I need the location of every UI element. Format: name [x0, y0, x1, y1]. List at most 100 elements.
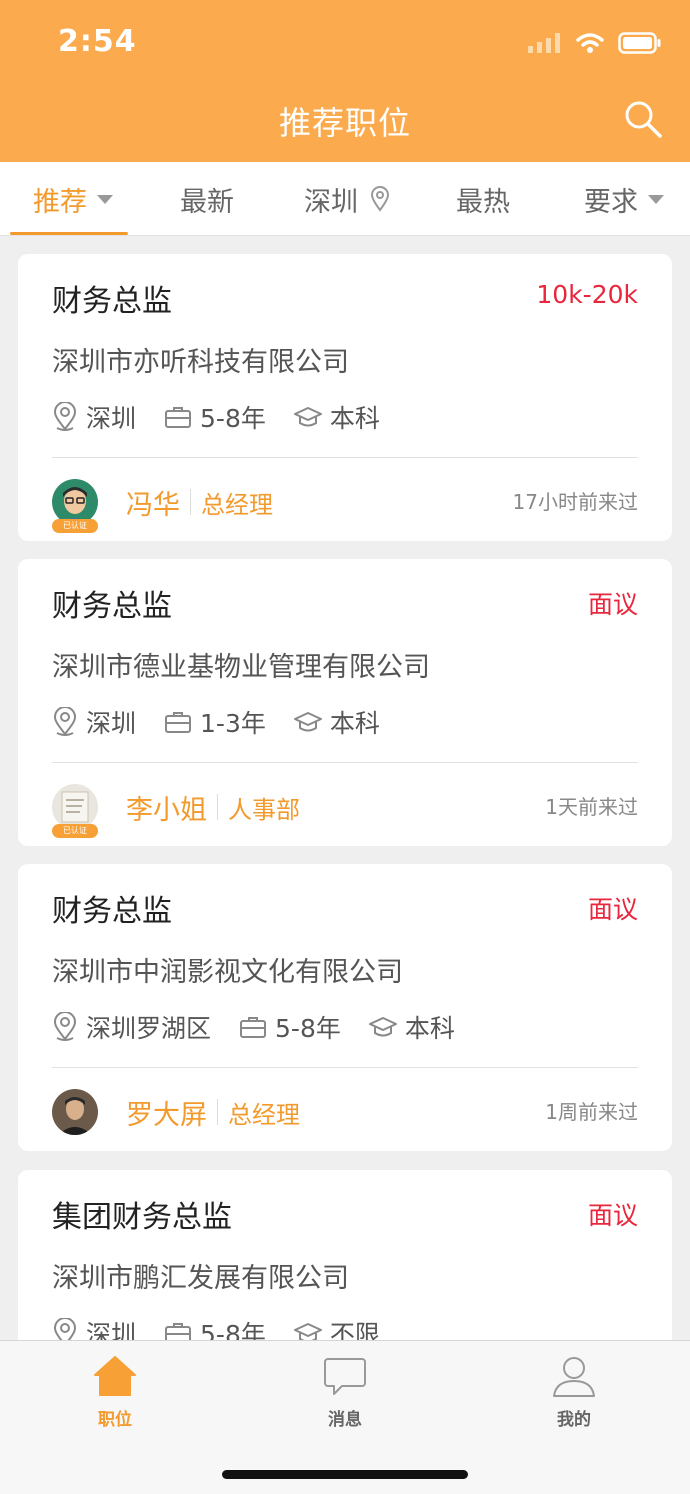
location-pin-icon: [53, 1318, 77, 1340]
job-title: 财务总监: [52, 589, 172, 624]
recruiter-role: 人事部: [228, 795, 300, 824]
user-icon: [553, 1357, 595, 1397]
company-name: 深圳市亦听科技有限公司: [52, 347, 349, 378]
tab-label: 我的: [557, 1410, 591, 1430]
meta-city: 深圳: [52, 399, 136, 435]
job-meta: 深圳 5-8年 不限: [52, 1316, 408, 1340]
company-name: 深圳市鹏汇发展有限公司: [52, 1263, 349, 1294]
graduation-cap-icon: [293, 407, 322, 427]
status-icons: [528, 26, 662, 60]
salary: 面议: [587, 590, 638, 619]
filter-bar: 推荐 最新 深圳 最热 要求: [0, 162, 690, 236]
recruiter-name: 李小姐: [126, 794, 207, 826]
graduation-cap-icon: [368, 1017, 397, 1037]
filter-recommend[interactable]: 推荐: [33, 162, 113, 236]
tab-jobs[interactable]: 职位: [55, 1353, 175, 1430]
graduation-cap-icon: [293, 712, 322, 732]
meta-city: 深圳罗湖区: [52, 1009, 211, 1045]
job-title: 财务总监: [52, 284, 172, 319]
location-pin-icon: [53, 707, 77, 736]
verified-badge: 已认证: [52, 824, 98, 838]
job-meta: 深圳罗湖区 5-8年 本科: [52, 1010, 483, 1044]
briefcase-icon: [165, 407, 192, 428]
divider: [52, 457, 638, 458]
filter-requirements[interactable]: 要求: [584, 162, 664, 236]
company-name: 深圳市德业基物业管理有限公司: [52, 652, 430, 683]
recruiter-name: 罗大屏: [126, 1099, 207, 1131]
tab-label: 消息: [328, 1410, 362, 1430]
recruiter-role: 总经理: [228, 1100, 300, 1129]
filter-label: 推荐: [33, 186, 87, 218]
nav-header: 2:54 推荐职位: [0, 0, 690, 162]
meta-education: 本科: [293, 704, 380, 740]
filter-label: 要求: [584, 186, 638, 218]
home-indicator: [222, 1470, 468, 1479]
job-card[interactable]: 集团财务总监 面议 深圳市鹏汇发展有限公司 深圳 5-8年 不限: [18, 1170, 672, 1340]
active-tab-indicator: [10, 232, 128, 235]
filter-latest[interactable]: 最新: [180, 162, 234, 236]
meta-experience: 5-8年: [239, 1009, 341, 1045]
job-card[interactable]: 财务总监 10k-20k 深圳市亦听科技有限公司 深圳 5-8年 本科 已认证 …: [18, 254, 672, 541]
location-pin-icon: [370, 186, 390, 212]
salary: 10k-20k: [536, 280, 638, 309]
location-pin-icon: [53, 1012, 77, 1041]
separator: [217, 1099, 218, 1125]
recruiter-role: 总经理: [201, 490, 273, 519]
meta-experience: 1-3年: [164, 704, 266, 740]
graduation-cap-icon: [293, 1323, 322, 1340]
meta-education: 本科: [368, 1009, 455, 1045]
caret-down-icon: [648, 194, 664, 204]
avatar: 已认证: [52, 479, 98, 533]
meta-education: 本科: [293, 399, 380, 435]
filter-city[interactable]: 深圳: [304, 162, 390, 236]
search-icon: [625, 101, 662, 138]
salary: 面议: [587, 895, 638, 924]
filter-hot[interactable]: 最热: [456, 162, 510, 236]
separator: [190, 489, 191, 515]
meta-experience: 5-8年: [164, 399, 266, 435]
briefcase-icon: [165, 1323, 192, 1340]
last-seen: 1天前来过: [545, 795, 638, 819]
location-pin-icon: [53, 402, 77, 431]
job-meta: 深圳 1-3年 本科: [52, 705, 408, 739]
tab-messages[interactable]: 消息: [285, 1353, 405, 1430]
verified-badge: 已认证: [52, 519, 98, 533]
job-card[interactable]: 财务总监 面议 深圳市中润影视文化有限公司 深圳罗湖区 5-8年 本科 罗大屏 …: [18, 864, 672, 1151]
chat-icon: [324, 1358, 366, 1395]
meta-city: 深圳: [52, 1315, 136, 1340]
filter-label: 深圳: [304, 186, 358, 218]
avatar: [52, 1089, 98, 1135]
recruiter-info[interactable]: 已认证 李小姐 人事部: [52, 781, 300, 838]
recruiter-name: 冯华: [126, 489, 180, 521]
battery-icon: [618, 32, 661, 54]
job-card[interactable]: 财务总监 面议 深圳市德业基物业管理有限公司 深圳 1-3年 本科 已认证 李小…: [18, 559, 672, 846]
recruiter-info[interactable]: 罗大屏 总经理: [52, 1086, 300, 1138]
cellular-signal-icon: [528, 33, 560, 53]
job-title: 集团财务总监: [52, 1200, 232, 1235]
home-icon: [94, 1356, 136, 1396]
last-seen: 17小时前来过: [512, 490, 638, 514]
job-list: 财务总监 10k-20k 深圳市亦听科技有限公司 深圳 5-8年 本科 已认证 …: [18, 254, 672, 1340]
job-title: 财务总监: [52, 894, 172, 929]
tab-label: 职位: [98, 1410, 132, 1430]
meta-education: 不限: [293, 1315, 380, 1340]
page-title: 推荐职位: [278, 104, 411, 142]
wifi-icon: [576, 33, 604, 53]
filter-label: 最新: [180, 186, 234, 218]
search-button[interactable]: [622, 98, 666, 142]
caret-down-icon: [97, 194, 113, 204]
meta-city: 深圳: [52, 704, 136, 740]
status-time: 2:54: [58, 24, 137, 59]
tab-profile[interactable]: 我的: [514, 1353, 634, 1430]
briefcase-icon: [165, 712, 192, 733]
separator: [217, 794, 218, 820]
meta-experience: 5-8年: [164, 1315, 266, 1340]
job-meta: 深圳 5-8年 本科: [52, 400, 408, 434]
avatar: 已认证: [52, 784, 98, 838]
last-seen: 1周前来过: [545, 1100, 638, 1124]
salary: 面议: [587, 1201, 638, 1230]
recruiter-info[interactable]: 已认证 冯华 总经理: [52, 476, 273, 533]
divider: [52, 1067, 638, 1068]
briefcase-icon: [240, 1017, 267, 1038]
divider: [52, 762, 638, 763]
